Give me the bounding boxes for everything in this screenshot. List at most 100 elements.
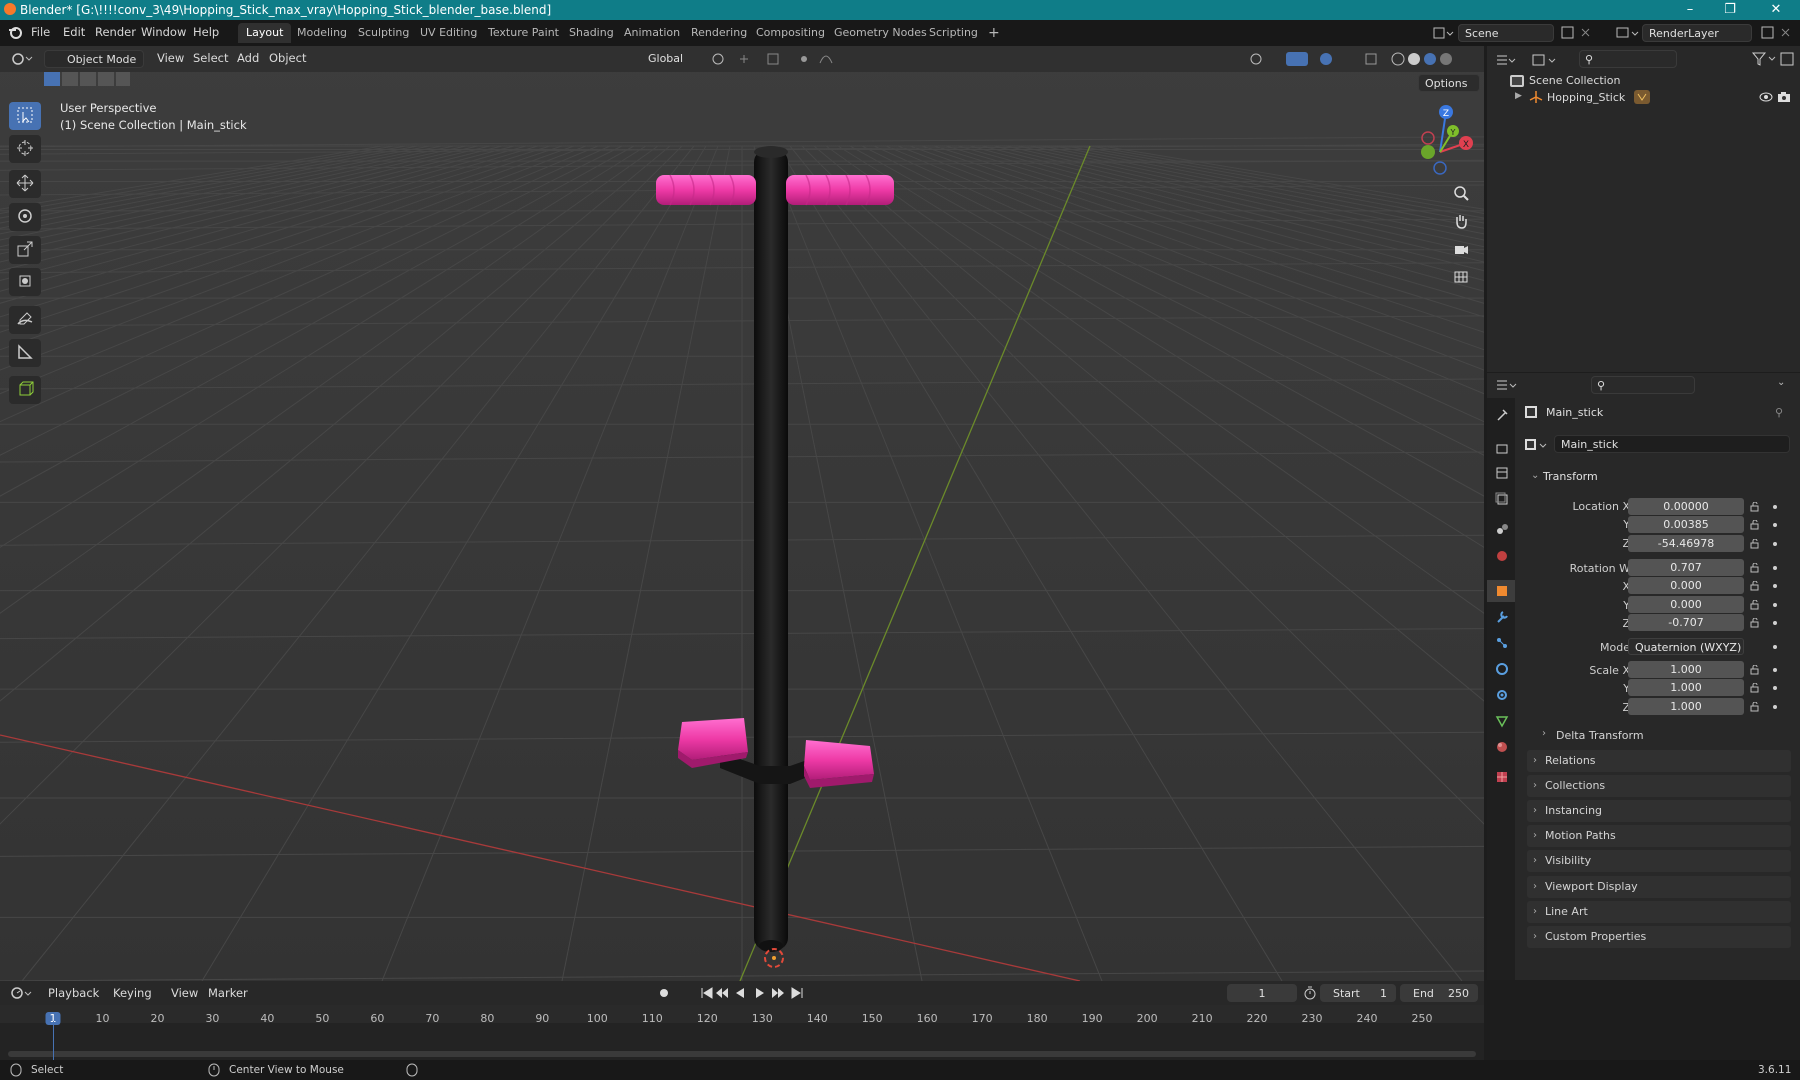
scale-x-field[interactable]: 1.000	[1628, 661, 1744, 678]
lock-icon[interactable]	[1750, 501, 1761, 512]
properties-search-field[interactable]: ⚲	[1591, 376, 1695, 394]
current-frame-field[interactable]: 1	[1227, 984, 1297, 1002]
expand-arrow-icon[interactable]: ▶	[1515, 91, 1522, 101]
outliner-search-field[interactable]: ⚲	[1579, 50, 1677, 68]
keyframe-dot-icon[interactable]	[1773, 505, 1777, 509]
world-tab-icon[interactable]	[1491, 545, 1513, 567]
rotation-x-field[interactable]: 0.000	[1628, 577, 1744, 594]
scene-selector-icon[interactable]	[1432, 25, 1454, 41]
selection-mode-icons[interactable]	[42, 71, 132, 87]
texture-tab-icon[interactable]	[1491, 766, 1513, 788]
keyframe-dot-icon[interactable]	[1773, 705, 1777, 709]
object-type-selector-icon[interactable]	[1524, 437, 1552, 453]
delta-transform-subpanel[interactable]: › Delta Transform	[1540, 726, 1790, 746]
menu-window[interactable]: Window	[141, 25, 186, 39]
modifier-tab-icon[interactable]	[1491, 606, 1513, 628]
keyframe-dot-icon[interactable]	[1773, 584, 1777, 588]
lock-icon[interactable]	[1750, 599, 1761, 610]
panel-instancing[interactable]: › Instancing	[1527, 800, 1791, 822]
3d-viewport[interactable]: X Z Y Object Mode View Select Add Object…	[0, 46, 1484, 981]
camera-icon[interactable]	[1448, 236, 1474, 262]
menu-help[interactable]: Help	[193, 25, 219, 39]
tab-texture-paint[interactable]: Texture Paint	[480, 23, 567, 43]
record-icon[interactable]	[656, 985, 686, 1001]
rotation-mode-dropdown[interactable]: Quaternion (WXYZ)	[1628, 638, 1744, 655]
viewport-menu-add[interactable]: Add	[237, 51, 259, 65]
material-tab-icon[interactable]	[1491, 736, 1513, 758]
timeline-scrollbar[interactable]	[8, 1051, 1476, 1057]
new-view-layer-icon[interactable]	[1756, 24, 1796, 42]
view-layer-field[interactable]: RenderLayer	[1642, 24, 1752, 42]
stopwatch-icon[interactable]	[1302, 985, 1318, 1001]
visibility-eye-icon[interactable]	[1759, 91, 1773, 103]
location-y-field[interactable]: 0.00385	[1628, 516, 1744, 533]
lock-icon[interactable]	[1750, 519, 1761, 530]
object-tab-icon[interactable]	[1491, 580, 1513, 602]
lock-icon[interactable]	[1750, 664, 1761, 675]
grid-ortho-icon[interactable]	[1448, 264, 1474, 290]
maximize-button[interactable]: ❐	[1710, 0, 1750, 20]
tab-rendering[interactable]: Rendering	[683, 23, 755, 43]
add-cube-tool[interactable]	[9, 376, 41, 404]
rotation-z-field[interactable]: -0.707	[1628, 614, 1744, 631]
lock-icon[interactable]	[1750, 701, 1761, 712]
lock-icon[interactable]	[1750, 682, 1761, 693]
tab-modeling[interactable]: Modeling	[289, 23, 355, 43]
location-z-field[interactable]: -54.46978	[1628, 535, 1744, 552]
rotation-y-field[interactable]: 0.000	[1628, 596, 1744, 613]
filter-icon[interactable]	[1751, 50, 1797, 68]
timeline-menu-view[interactable]: View	[171, 986, 198, 1000]
tool-settings-icon[interactable]	[1491, 404, 1513, 426]
viewport-menu-object[interactable]: Object	[269, 51, 306, 65]
scale-z-field[interactable]: 1.000	[1628, 698, 1744, 715]
timeline-menu-keying[interactable]: Keying	[113, 986, 152, 1000]
keyframe-dot-icon[interactable]	[1773, 523, 1777, 527]
panel-relations[interactable]: › Relations	[1527, 750, 1791, 772]
location-x-field[interactable]: 0.00000	[1628, 498, 1744, 515]
keyframe-dot-icon[interactable]	[1773, 645, 1777, 649]
move-tool[interactable]	[9, 170, 41, 198]
measure-tool[interactable]	[9, 339, 41, 367]
keyframe-dot-icon[interactable]	[1773, 566, 1777, 570]
select-box-tool[interactable]	[9, 102, 41, 130]
transform-panel-header[interactable]: ⌄ Transform	[1527, 466, 1791, 488]
keyframe-dot-icon[interactable]	[1773, 668, 1777, 672]
rotation-w-field[interactable]: 0.707	[1628, 559, 1744, 576]
cursor-tool[interactable]	[9, 135, 41, 163]
viewport-menu-select[interactable]: Select	[193, 51, 228, 65]
keyframe-dot-icon[interactable]	[1773, 603, 1777, 607]
data-tab-icon[interactable]	[1491, 710, 1513, 732]
constraints-tab-icon[interactable]	[1491, 684, 1513, 706]
particles-tab-icon[interactable]	[1491, 632, 1513, 654]
viewport-menu-view[interactable]: View	[157, 51, 184, 65]
view-layer-icon[interactable]	[1614, 25, 1642, 41]
lock-icon[interactable]	[1750, 580, 1761, 591]
pivot-snap-icons[interactable]	[708, 51, 838, 67]
panel-motion-paths[interactable]: › Motion Paths	[1527, 825, 1791, 847]
keyframe-dot-icon[interactable]	[1773, 621, 1777, 625]
end-frame-field[interactable]: End 250	[1400, 984, 1478, 1002]
panel-viewport-display[interactable]: › Viewport Display	[1527, 876, 1791, 898]
lock-icon[interactable]	[1750, 617, 1761, 628]
transform-tool[interactable]	[9, 268, 41, 296]
tab-uv-editing[interactable]: UV Editing	[412, 23, 485, 43]
playback-controls-icons[interactable]	[698, 985, 808, 1001]
tab-animation[interactable]: Animation	[616, 23, 688, 43]
outliner-root-label[interactable]: Scene Collection	[1529, 74, 1620, 87]
menu-edit[interactable]: Edit	[63, 25, 85, 39]
mode-dropdown[interactable]: Object Mode	[44, 50, 144, 68]
object-name-field[interactable]: Main_stick	[1554, 435, 1790, 453]
shading-mode-icons[interactable]	[1246, 50, 1478, 68]
panel-custom-properties[interactable]: › Custom Properties	[1527, 926, 1791, 948]
timeline-menu-playback[interactable]: Playback	[48, 986, 99, 1000]
timeline-editor-icon[interactable]	[10, 985, 36, 1001]
modifier-badge-icon[interactable]	[1633, 89, 1651, 105]
zoom-icon[interactable]	[1448, 180, 1474, 206]
close-button[interactable]: ✕	[1756, 0, 1796, 20]
viewport-scene[interactable]: X Z Y	[0, 46, 1484, 981]
outliner-item-hopping-stick[interactable]: Hopping_Stick	[1547, 91, 1625, 104]
scale-tool[interactable]	[9, 236, 41, 264]
rotate-tool[interactable]	[9, 203, 41, 231]
panel-line-art[interactable]: › Line Art	[1527, 901, 1791, 923]
render-camera-icon[interactable]	[1777, 91, 1791, 103]
